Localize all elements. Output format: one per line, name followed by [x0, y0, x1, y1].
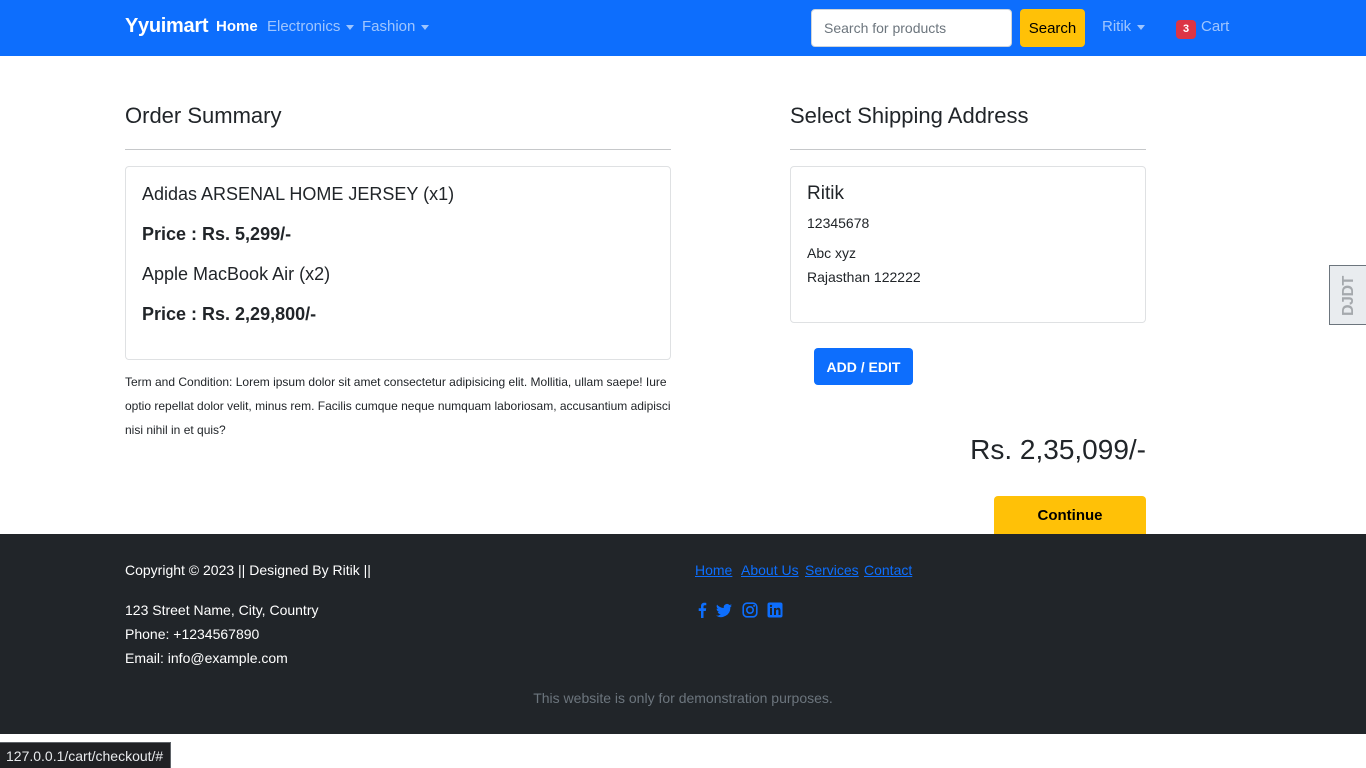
- top-navbar: Yyuimart Home Electronics Fashion Search…: [0, 0, 1366, 56]
- order-summary-title: Order Summary: [125, 103, 282, 128]
- footer-email: Email: info@example.com: [125, 650, 288, 666]
- cart-link[interactable]: Cart: [1201, 18, 1229, 35]
- chevron-down-icon: [421, 24, 430, 30]
- chevron-down-icon: [346, 24, 355, 30]
- address-name: Ritik: [807, 183, 844, 204]
- instagram-icon[interactable]: [742, 602, 758, 618]
- footer-address: 123 Street Name, City, Country: [125, 602, 319, 618]
- order-item-price: Price : Rs. 5,299/-: [142, 224, 292, 244]
- debug-toolbar-label: DJDT: [1340, 276, 1357, 316]
- address-line-2: Rajasthan 122222: [807, 269, 921, 285]
- footer-link-contact[interactable]: Contact: [864, 562, 912, 578]
- nav-home-link[interactable]: Home: [216, 18, 258, 35]
- search-button[interactable]: Search: [1020, 9, 1085, 47]
- order-item-price: Price : Rs. 2,29,800/-: [142, 304, 317, 324]
- shipping-address-title: Select Shipping Address: [790, 103, 1029, 128]
- chevron-down-icon: [1137, 24, 1146, 30]
- continue-button[interactable]: Continue: [994, 496, 1146, 534]
- debug-toolbar-handle[interactable]: DJDT: [1329, 265, 1366, 325]
- search-input[interactable]: [811, 9, 1012, 47]
- add-edit-address-button[interactable]: ADD / EDIT: [814, 348, 913, 385]
- order-total: Rs. 2,35,099/-: [970, 434, 1146, 465]
- user-dropdown[interactable]: Ritik: [1102, 18, 1146, 35]
- linkedin-icon[interactable]: [767, 602, 783, 618]
- footer: Copyright © 2023 || Designed By Ritik ||…: [0, 534, 1366, 734]
- nav-electronics-dropdown[interactable]: Electronics: [267, 18, 355, 35]
- order-summary-divider: [125, 149, 671, 150]
- browser-status-url: 127.0.0.1/cart/checkout/#: [0, 742, 171, 768]
- address-phone: 12345678: [807, 215, 870, 231]
- facebook-icon[interactable]: [694, 602, 710, 618]
- twitter-icon[interactable]: [716, 602, 732, 618]
- cart-count-badge: 3: [1176, 20, 1196, 39]
- footer-phone: Phone: +1234567890: [125, 626, 260, 642]
- footer-copyright: Copyright © 2023 || Designed By Ritik ||: [125, 562, 371, 578]
- order-item-name: Apple MacBook Air (x2): [142, 264, 331, 284]
- nav-electronics-label: Electronics: [267, 18, 341, 35]
- terms-and-conditions: Term and Condition: Lorem ipsum dolor si…: [125, 375, 671, 437]
- user-name-label: Ritik: [1102, 18, 1132, 35]
- shipping-address-divider: [790, 149, 1146, 150]
- footer-link-about[interactable]: About Us: [741, 562, 799, 578]
- address-line-1: Abc xyz: [807, 245, 857, 261]
- nav-fashion-label: Fashion: [362, 18, 416, 35]
- order-item-name: Adidas ARSENAL HOME JERSEY (x1): [142, 184, 455, 204]
- footer-disclaimer: This website is only for demonstration p…: [533, 690, 833, 706]
- footer-link-services[interactable]: Services: [805, 562, 859, 578]
- nav-fashion-dropdown[interactable]: Fashion: [362, 18, 430, 35]
- footer-link-home[interactable]: Home: [695, 562, 732, 578]
- brand-logo[interactable]: Yyuimart: [125, 15, 208, 38]
